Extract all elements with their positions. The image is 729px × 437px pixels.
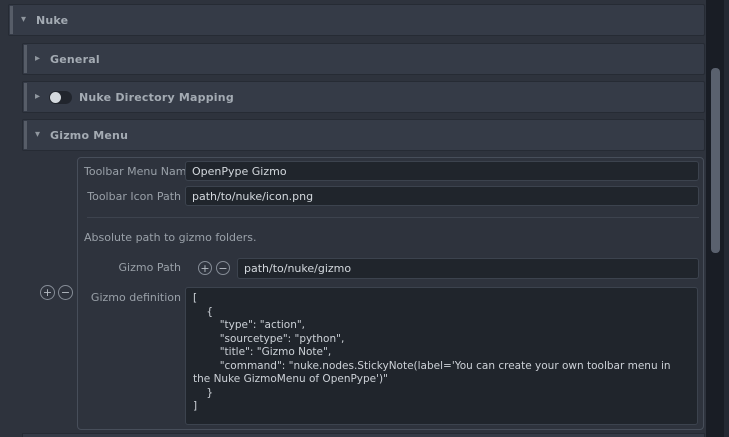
section-header-nuke-directory-mapping[interactable]: ▸ Nuke Directory Mapping <box>22 81 705 113</box>
toolbar-icon-path-input[interactable] <box>185 186 699 206</box>
section-header-general[interactable]: ▸ General <box>22 43 705 75</box>
section-header-nuke[interactable]: ▾ Nuke <box>8 4 705 36</box>
gizmo-item-remove-button[interactable]: − <box>58 285 73 300</box>
directory-mapping-toggle[interactable] <box>49 91 72 104</box>
section-title-general: General <box>50 53 100 66</box>
gizmo-help-text: Absolute path to gizmo folders. <box>84 231 257 244</box>
gizmo-definition-text: [ { "type": "action", "sourcetype": "pyt… <box>186 288 697 418</box>
gizmo-path-remove-button[interactable]: − <box>216 261 230 275</box>
gizmo-path-input[interactable] <box>237 258 699 279</box>
section-accent-strip <box>24 45 27 73</box>
next-section-header-cutoff[interactable] <box>22 433 705 437</box>
gizmo-definition-textarea[interactable]: [ { "type": "action", "sourcetype": "pyt… <box>185 287 698 425</box>
toolbar-menu-name-input[interactable] <box>185 161 699 181</box>
gizmo-definition-label: Gizmo definition <box>84 291 181 304</box>
section-accent-strip <box>24 121 27 149</box>
section-title-gizmo-menu: Gizmo Menu <box>50 129 128 142</box>
section-title-nuke-directory-mapping: Nuke Directory Mapping <box>79 91 234 104</box>
section-title-nuke: Nuke <box>36 14 68 27</box>
toolbar-icon-path-label: Toolbar Icon Path <box>84 190 181 203</box>
section-accent-strip <box>24 83 27 111</box>
chevron-down-icon[interactable]: ▾ <box>32 130 43 140</box>
chevron-right-icon[interactable]: ▸ <box>32 54 43 64</box>
section-accent-strip <box>10 6 13 34</box>
toolbar-menu-name-label: Toolbar Menu Name <box>84 165 181 178</box>
section-header-gizmo-menu[interactable]: ▾ Gizmo Menu <box>22 119 705 151</box>
gizmo-path-label: Gizmo Path <box>84 261 181 274</box>
toggle-knob <box>50 92 61 103</box>
chevron-down-icon[interactable]: ▾ <box>18 15 29 25</box>
panel-divider <box>87 217 699 218</box>
chevron-right-icon[interactable]: ▸ <box>32 92 43 102</box>
right-edge-strip <box>724 0 729 437</box>
gizmo-item-add-button[interactable]: + <box>40 285 55 300</box>
scrollbar-thumb[interactable] <box>711 68 720 253</box>
gizmo-path-add-button[interactable]: + <box>198 261 212 275</box>
